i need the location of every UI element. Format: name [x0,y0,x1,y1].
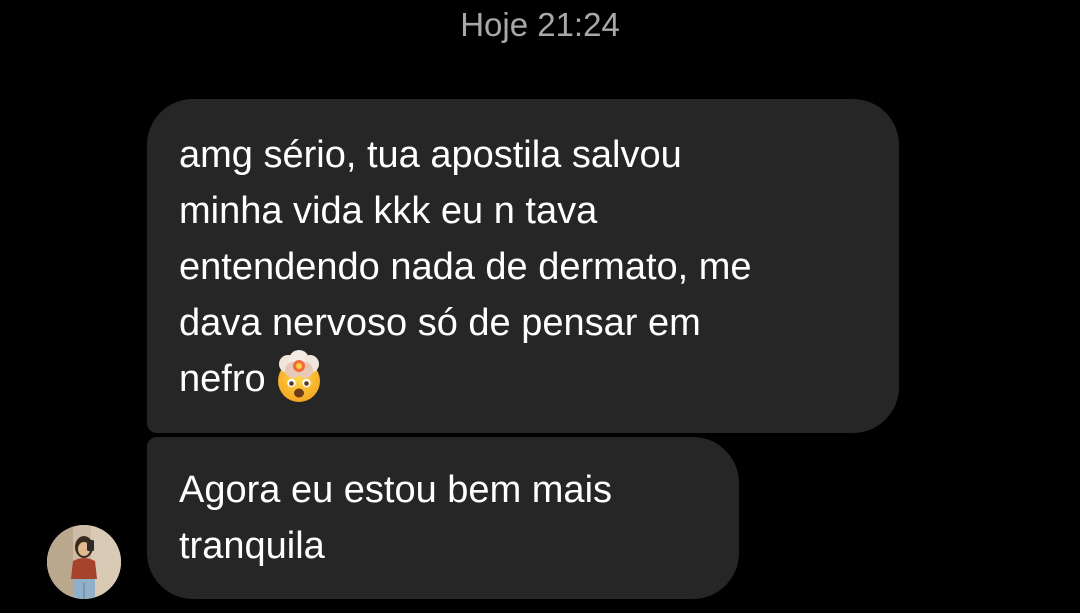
message-text: amg sério, tua apostila salvou minha vid… [179,134,752,400]
received-message-bubble[interactable]: Agora eu estou bem mais tranquila [147,437,739,599]
message-timestamp: Hoje 21:24 [460,6,620,43]
message-text: Agora eu estou bem mais tranquila [179,469,613,567]
avatar[interactable] [47,525,121,599]
received-message-bubble[interactable]: amg sério, tua apostila salvou minha vid… [147,99,899,433]
exploding-head-icon [272,349,326,404]
